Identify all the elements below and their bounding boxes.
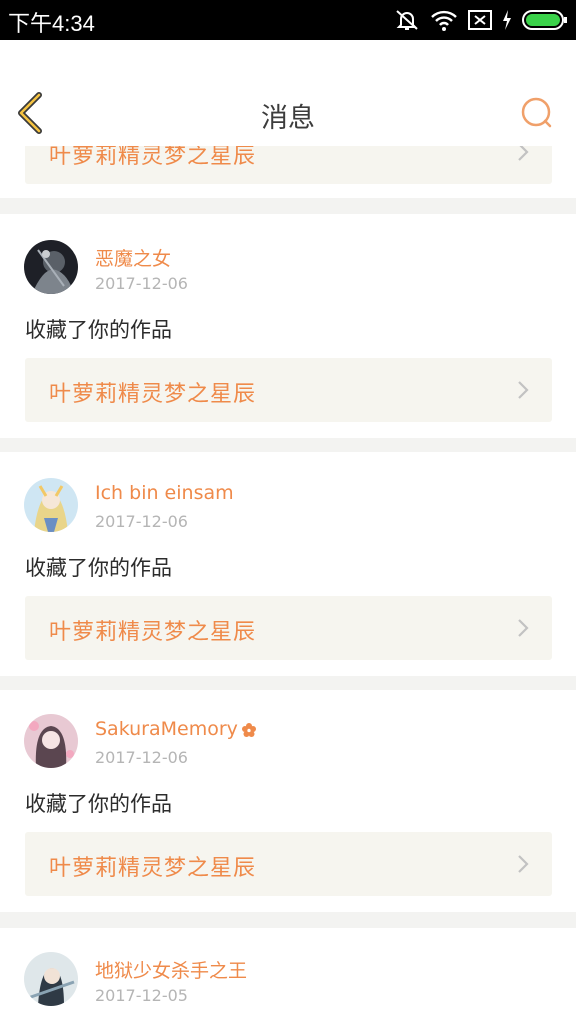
message-date: 2017-12-05 <box>95 986 188 1005</box>
work-title: 叶萝莉精灵梦之星辰 <box>49 620 257 645</box>
chevron-right-icon <box>518 855 529 873</box>
avatar[interactable] <box>24 714 78 768</box>
action-text: 收藏了你的作品 <box>25 792 172 816</box>
status-bar: 下午4:34 <box>0 0 576 40</box>
mute-vibrate-icon <box>394 8 420 32</box>
charging-icon <box>502 9 512 31</box>
battery-icon <box>522 9 568 31</box>
message-card: 地狱少女杀手之王 2017-12-05 <box>0 928 576 1024</box>
work-title: 叶萝莉精灵梦之星辰 <box>49 856 257 881</box>
avatar[interactable] <box>24 478 78 532</box>
flower-badge-icon <box>241 722 256 737</box>
work-link[interactable]: 叶萝莉精灵梦之星辰 <box>25 832 552 896</box>
username[interactable]: 恶魔之女 <box>95 244 171 271</box>
search-icon <box>521 97 552 128</box>
username-with-badge[interactable]: SakuraMemory <box>95 718 257 740</box>
message-date: 2017-12-06 <box>95 274 188 293</box>
work-link[interactable]: 叶萝莉精灵梦之星辰 <box>25 146 552 184</box>
message-card: SakuraMemory 2017-12-06 收藏了你的作品 叶萝莉精灵梦之星… <box>0 690 576 912</box>
message-list[interactable]: 叶萝莉精灵梦之星辰 恶魔之女 2017-12-06 收藏了你的作品 叶萝莉精灵梦… <box>0 146 576 1024</box>
status-time: 下午4:34 <box>8 11 95 36</box>
chevron-right-icon <box>518 381 529 399</box>
action-text: 收藏了你的作品 <box>25 556 172 580</box>
username[interactable]: SakuraMemory <box>95 718 238 740</box>
message-date: 2017-12-06 <box>95 512 188 531</box>
username[interactable]: 地狱少女杀手之王 <box>95 956 247 983</box>
status-icons <box>394 8 568 32</box>
message-date: 2017-12-06 <box>95 748 188 767</box>
top-nav-bar: 消息 <box>0 40 576 146</box>
message-card: Ich bin einsam 2017-12-06 收藏了你的作品 叶萝莉精灵梦… <box>0 452 576 676</box>
avatar[interactable] <box>24 240 78 294</box>
avatar[interactable] <box>24 952 78 1006</box>
work-link[interactable]: 叶萝莉精灵梦之星辰 <box>25 596 552 660</box>
action-text: 收藏了你的作品 <box>25 318 172 342</box>
work-link[interactable]: 叶萝莉精灵梦之星辰 <box>25 358 552 422</box>
username[interactable]: Ich bin einsam <box>95 482 234 504</box>
page-title: 消息 <box>261 103 315 134</box>
wifi-icon <box>430 8 458 32</box>
work-title: 叶萝莉精灵梦之星辰 <box>49 146 257 169</box>
message-card-partial: 叶萝莉精灵梦之星辰 <box>0 146 576 198</box>
chevron-right-icon <box>518 146 529 161</box>
search-button[interactable] <box>518 94 556 132</box>
no-sim-icon <box>468 9 492 31</box>
work-title: 叶萝莉精灵梦之星辰 <box>49 382 257 407</box>
message-card: 恶魔之女 2017-12-06 收藏了你的作品 叶萝莉精灵梦之星辰 <box>0 214 576 438</box>
chevron-right-icon <box>518 619 529 637</box>
